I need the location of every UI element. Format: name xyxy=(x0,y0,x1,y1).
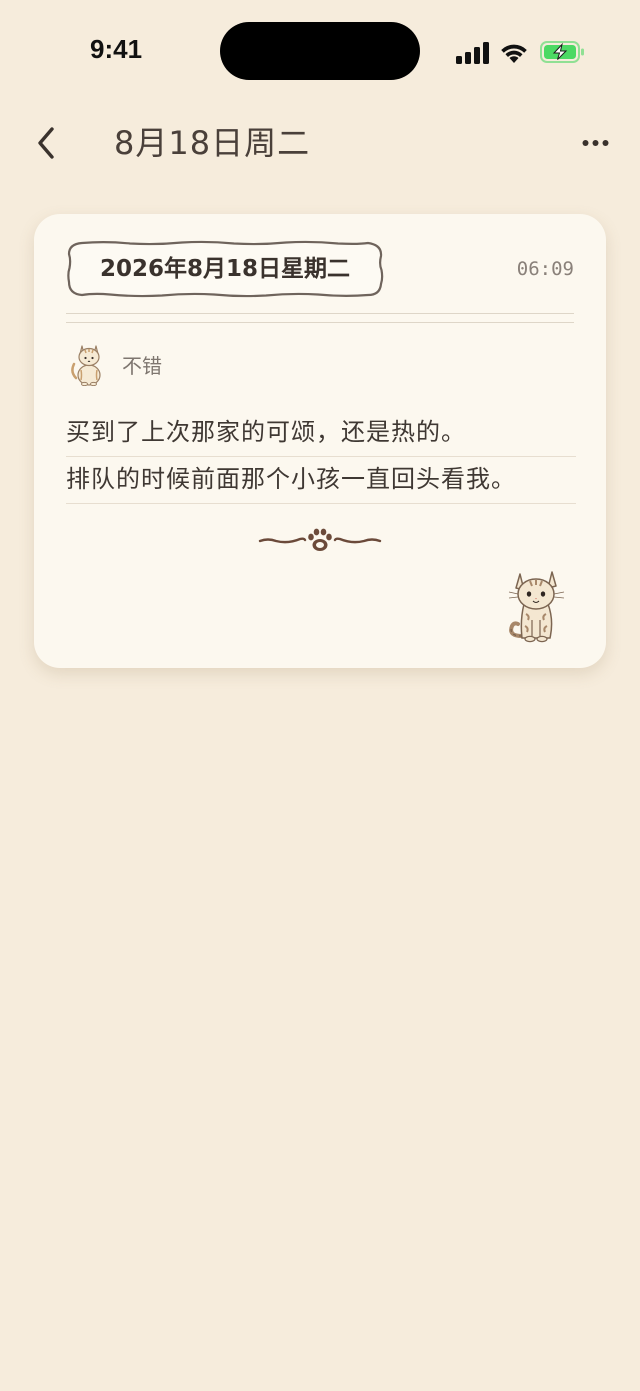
date-tag: 2026年8月18日星期二 xyxy=(66,240,384,298)
page-title: 8月18日周二 xyxy=(114,124,311,162)
diary-entry-card[interactable]: 2026年8月18日星期二 06:09 不错 买到了上次那家的可颂，还是热的。 … xyxy=(34,214,606,668)
entry-line: 买到了上次那家的可颂，还是热的。 xyxy=(66,410,576,457)
chevron-left-icon xyxy=(38,127,54,159)
mood-label: 不错 xyxy=(122,354,162,378)
entry-body: 买到了上次那家的可颂，还是热的。 排队的时候前面那个小孩一直回头看我。 xyxy=(66,410,576,504)
more-button[interactable] xyxy=(576,130,616,156)
status-time: 9:41 xyxy=(90,34,143,64)
status-icons xyxy=(456,38,586,68)
entry-time: 06:09 xyxy=(516,258,574,280)
cat-icon xyxy=(71,345,101,386)
header-divider xyxy=(66,313,574,323)
paw-print-icon xyxy=(258,528,382,551)
more-horizontal-icon xyxy=(582,140,609,146)
back-button[interactable] xyxy=(28,120,68,166)
cat-illustration xyxy=(508,571,565,643)
entry-line: 排队的时候前面那个小孩一直回头看我。 xyxy=(66,457,576,504)
cellular-signal-icon xyxy=(456,42,489,64)
status-bar: 9:41 xyxy=(0,0,640,100)
battery-charging-icon xyxy=(540,41,584,63)
dynamic-island xyxy=(220,22,420,80)
date-tag-label: 2026年8月18日星期二 xyxy=(99,256,351,282)
wifi-icon xyxy=(501,44,527,63)
